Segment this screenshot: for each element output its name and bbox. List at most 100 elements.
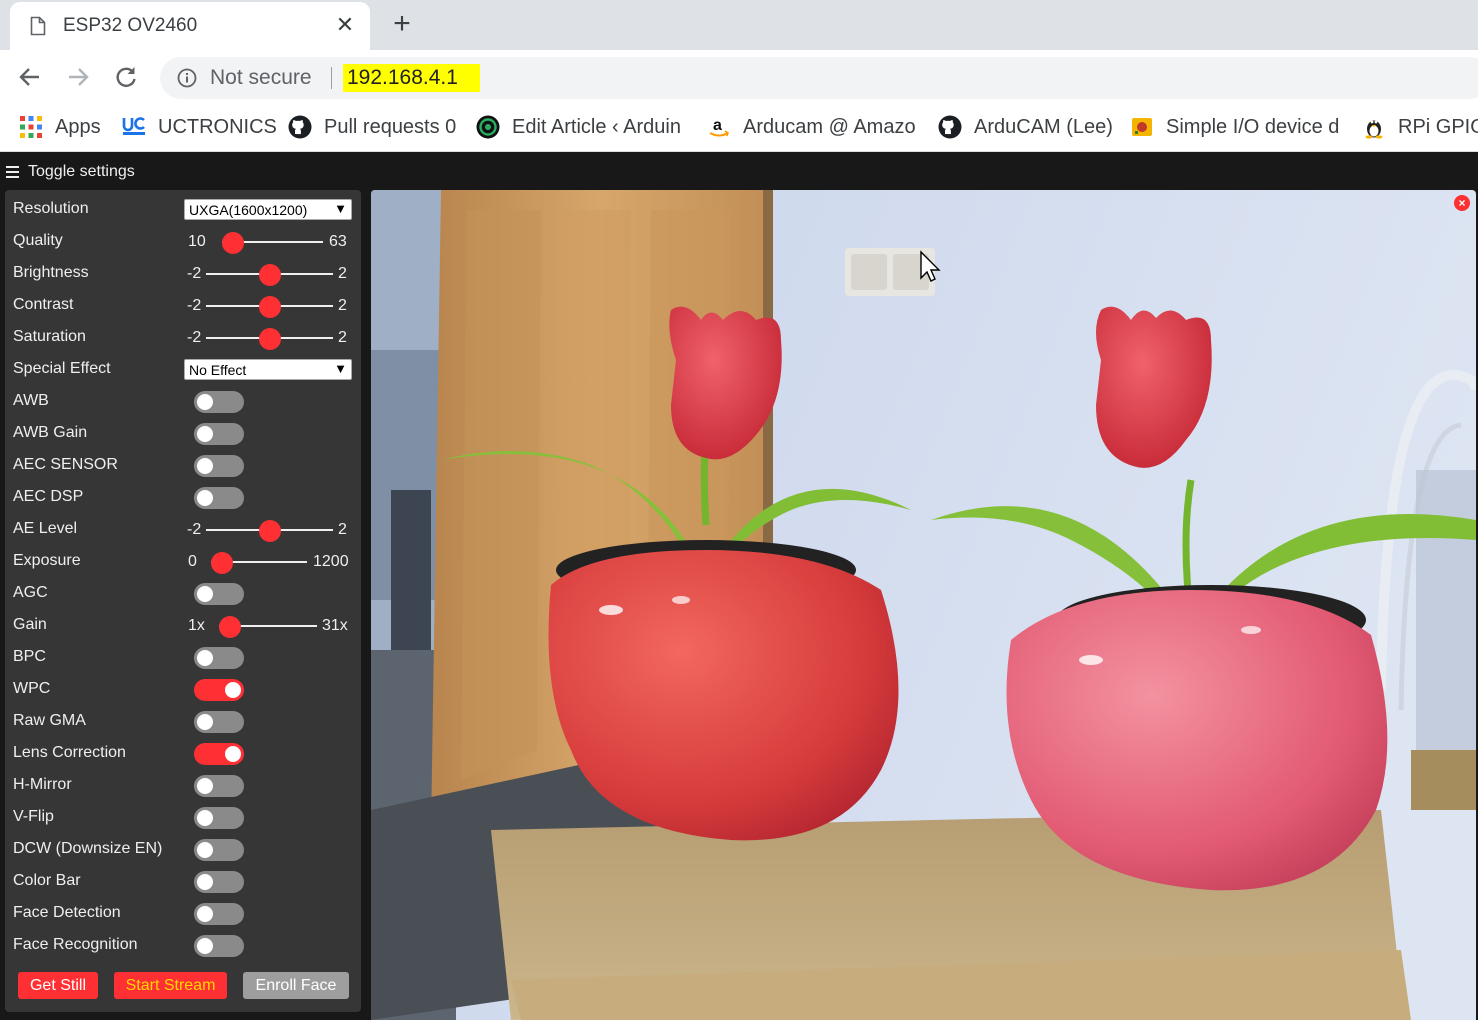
special-effect-select[interactable]: No Effect ▼ bbox=[184, 359, 352, 380]
dcw-toggle[interactable] bbox=[194, 839, 244, 861]
h-mirror-toggle[interactable] bbox=[194, 775, 244, 797]
bookmark-pull-requests[interactable]: Pull requests 0 bbox=[288, 114, 456, 140]
apps-grid-icon bbox=[20, 116, 42, 138]
setting-label: V-Flip bbox=[13, 808, 54, 825]
setting-label: AEC SENSOR bbox=[13, 456, 118, 473]
setting-row-aec-sensor: AEC SENSOR bbox=[5, 450, 361, 482]
security-status[interactable]: Not secure bbox=[210, 66, 312, 90]
slider-thumb[interactable] bbox=[258, 264, 281, 286]
setting-label: Exposure bbox=[13, 552, 81, 569]
bookmark-uctronics[interactable]: UCTRONICS bbox=[122, 114, 277, 140]
slider-thumb[interactable] bbox=[219, 616, 241, 638]
dropdown-arrow-icon: ▼ bbox=[334, 201, 347, 216]
forward-arrow-icon[interactable] bbox=[63, 62, 93, 92]
range-max-label: 1200 bbox=[313, 553, 349, 570]
linux-tux-icon bbox=[1365, 120, 1383, 139]
setting-row-saturation: Saturation -2 2 bbox=[5, 322, 361, 354]
stream-frame-image bbox=[371, 190, 1476, 1020]
setting-row-brightness: Brightness -2 2 bbox=[5, 258, 361, 290]
camera-stream[interactable]: × bbox=[371, 190, 1476, 1020]
slider-thumb[interactable] bbox=[258, 520, 281, 542]
new-tab-button[interactable]: + bbox=[386, 8, 418, 40]
v-flip-toggle[interactable] bbox=[194, 807, 244, 829]
camera-web-page: Toggle settings Get Still Start Stream E… bbox=[0, 153, 1478, 1020]
aec-dsp-toggle[interactable] bbox=[194, 487, 244, 509]
range-min-label: 0 bbox=[188, 553, 197, 570]
get-still-button[interactable]: Get Still bbox=[18, 972, 98, 999]
lens-correction-toggle[interactable] bbox=[194, 743, 244, 765]
setting-row-contrast: Contrast -2 2 bbox=[5, 290, 361, 322]
setting-label: AEC DSP bbox=[13, 488, 84, 505]
setting-label: Face Detection bbox=[13, 904, 121, 921]
setting-label: AE Level bbox=[13, 520, 78, 537]
omnibox-divider bbox=[331, 67, 332, 89]
wordpress-icon bbox=[476, 115, 500, 139]
toggle-knob bbox=[197, 650, 213, 666]
setting-label: Quality bbox=[13, 232, 63, 249]
bookmark-arducam-amazon[interactable]: a Arducam @ Amazo bbox=[707, 114, 916, 140]
resolution-select[interactable]: UXGA(1600x1200) ▼ bbox=[184, 199, 352, 220]
slider-thumb[interactable] bbox=[258, 328, 281, 350]
setting-row-dcw: DCW (Downsize EN) bbox=[5, 834, 361, 866]
bookmark-rpi-gpio[interactable]: RPi GPIO bbox=[1362, 114, 1478, 140]
range-min-label: 10 bbox=[188, 233, 206, 250]
face-detection-toggle[interactable] bbox=[194, 903, 244, 925]
close-stream-icon[interactable]: × bbox=[1454, 195, 1470, 211]
setting-label: AGC bbox=[13, 584, 48, 601]
info-icon[interactable] bbox=[177, 68, 197, 88]
range-min-label: -2 bbox=[187, 521, 202, 538]
toggle-knob bbox=[197, 778, 213, 794]
aec-sensor-toggle[interactable] bbox=[194, 455, 244, 477]
bookmark-edit-article[interactable]: Edit Article ‹ Arduin bbox=[476, 114, 681, 140]
toggle-knob bbox=[197, 458, 213, 474]
range-max-label: 2 bbox=[338, 265, 347, 282]
bookmark-arducam-lee[interactable]: ArduCAM (Lee) bbox=[938, 114, 1113, 140]
setting-label: Face Recognition bbox=[13, 936, 138, 953]
enroll-face-button[interactable]: Enroll Face bbox=[243, 972, 349, 999]
browser-tab[interactable]: ESP32 OV2460 ✕ bbox=[10, 2, 370, 50]
bookmark-simple-io[interactable]: Simple I/O device d bbox=[1130, 114, 1339, 140]
range-max-label: 2 bbox=[338, 521, 347, 538]
toggle-knob bbox=[197, 810, 213, 826]
toggle-knob bbox=[197, 586, 213, 602]
address-bar[interactable]: Not secure 192.168.4.1 bbox=[160, 57, 1478, 99]
awb-toggle[interactable] bbox=[194, 391, 244, 413]
setting-row-face-recognition: Face Recognition bbox=[5, 930, 361, 962]
url-text[interactable]: 192.168.4.1 bbox=[343, 64, 480, 92]
slider-thumb[interactable] bbox=[222, 232, 244, 254]
setting-row-quality: Quality 10 63 bbox=[5, 226, 361, 258]
face-recognition-toggle[interactable] bbox=[194, 935, 244, 957]
bookmark-apps[interactable]: Apps bbox=[19, 114, 101, 140]
close-tab-icon[interactable]: ✕ bbox=[332, 12, 358, 38]
toggle-settings-button[interactable]: Toggle settings bbox=[6, 161, 135, 183]
toggle-knob bbox=[197, 394, 213, 410]
raw-gma-toggle[interactable] bbox=[194, 711, 244, 733]
toggle-knob bbox=[225, 682, 241, 698]
agc-toggle[interactable] bbox=[194, 583, 244, 605]
bpc-toggle[interactable] bbox=[194, 647, 244, 669]
reload-icon[interactable] bbox=[111, 62, 141, 92]
setting-label: Contrast bbox=[13, 296, 74, 313]
setting-label: Raw GMA bbox=[13, 712, 86, 729]
color-bar-toggle[interactable] bbox=[194, 871, 244, 893]
slider-thumb[interactable] bbox=[258, 296, 281, 318]
range-min-label: -2 bbox=[187, 265, 202, 282]
toggle-knob bbox=[197, 490, 213, 506]
setting-label: Special Effect bbox=[13, 360, 111, 377]
awb-gain-toggle[interactable] bbox=[194, 423, 244, 445]
range-min-label: -2 bbox=[187, 329, 202, 346]
back-arrow-icon[interactable] bbox=[15, 62, 45, 92]
toggle-knob bbox=[197, 426, 213, 442]
wpc-toggle[interactable] bbox=[194, 679, 244, 701]
setting-label: WPC bbox=[13, 680, 51, 697]
range-max-label: 2 bbox=[338, 297, 347, 314]
range-max-label: 31x bbox=[322, 617, 348, 634]
start-stream-button[interactable]: Start Stream bbox=[114, 972, 227, 999]
slider-thumb[interactable] bbox=[211, 552, 233, 574]
setting-row-lens-correction: Lens Correction bbox=[5, 738, 361, 770]
setting-row-v-flip: V-Flip bbox=[5, 802, 361, 834]
setting-label: AWB bbox=[13, 392, 49, 409]
uctronics-icon bbox=[122, 117, 145, 135]
setting-row-agc: AGC bbox=[5, 578, 361, 610]
setting-label: Saturation bbox=[13, 328, 86, 345]
